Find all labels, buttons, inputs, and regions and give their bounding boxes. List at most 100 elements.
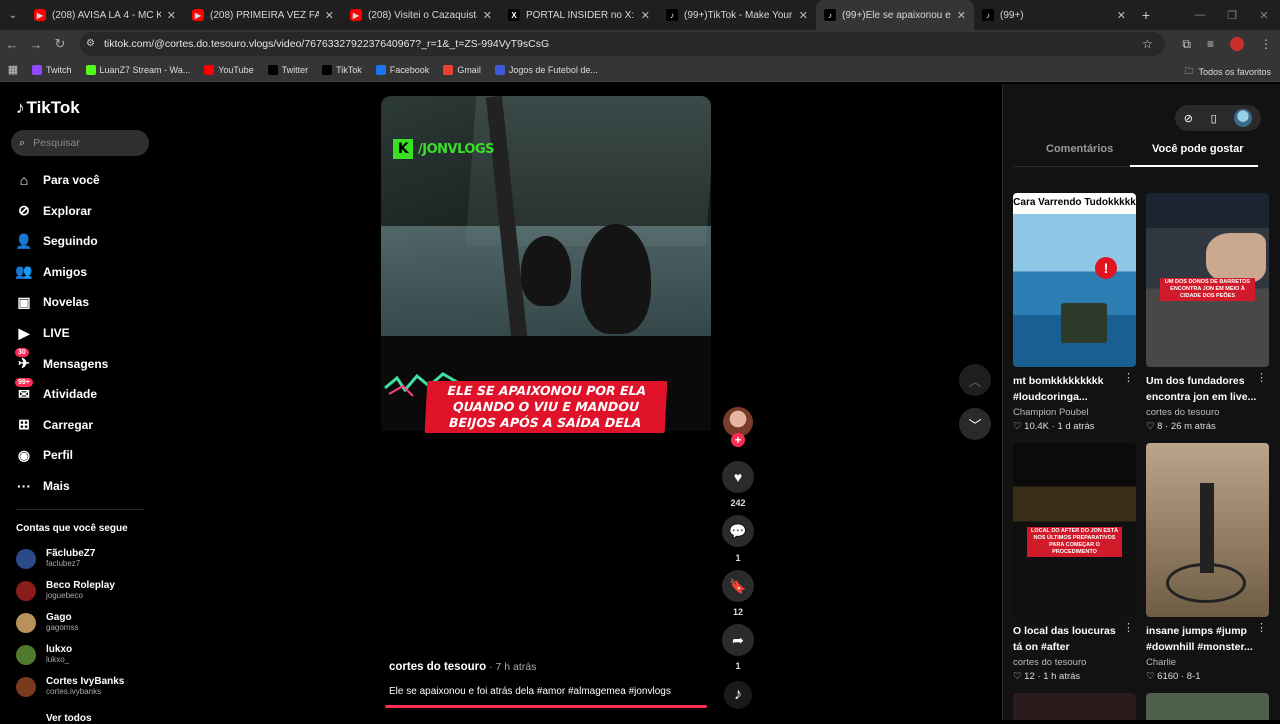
- account-name: Gago: [46, 612, 72, 623]
- media-icon[interactable]: ≡: [1207, 37, 1214, 51]
- browser-menu-icon[interactable]: ⋮: [1260, 37, 1272, 51]
- card-thumbnail-partial[interactable]: [1146, 693, 1269, 720]
- browser-tab[interactable]: ♪ (99+)TikTok - Make Your Day ✕: [658, 0, 816, 30]
- site-info-icon[interactable]: ⚙: [86, 38, 95, 49]
- card-stats: ♡ 8 · 26 m atrás: [1146, 421, 1216, 432]
- suggested-card[interactable]: LOCAL DO AFTER DO JON ESTÁ NOS ÚLTIMOS P…: [1013, 443, 1136, 682]
- bookmark-item[interactable]: Jogos de Futebol de...: [494, 64, 598, 75]
- video-player[interactable]: K/JONVLOGS ELE SE APAIXONOU POR ELA QUAN…: [381, 96, 711, 708]
- search-input[interactable]: ⌕ Pesquisar: [11, 130, 149, 156]
- coin-icon[interactable]: ⊘: [1184, 112, 1193, 125]
- browser-tab[interactable]: ▶ (208) AVISA LÁ 4 - MC Kelvinho ✕: [26, 0, 184, 30]
- nav-item-following[interactable]: 👤 Seguindo: [15, 232, 97, 250]
- close-tab-icon[interactable]: ✕: [1117, 9, 1126, 22]
- tiktok-icon: ♪: [666, 9, 678, 21]
- close-window-icon[interactable]: ✕: [1248, 0, 1280, 30]
- save-button[interactable]: 🔖: [722, 570, 754, 602]
- close-tab-icon[interactable]: ✕: [957, 9, 966, 22]
- see-all-link[interactable]: Ver todos: [46, 713, 92, 724]
- share-button[interactable]: ➦: [722, 624, 754, 656]
- nav-item-more[interactable]: ··· Mais: [15, 477, 70, 495]
- nav-label: Novelas: [43, 295, 90, 310]
- nav-item-home[interactable]: ⌂ Para você: [15, 171, 100, 189]
- close-tab-icon[interactable]: ✕: [167, 9, 176, 22]
- nav-item-novelas[interactable]: ▣ Novelas: [15, 293, 89, 311]
- bookmark-item[interactable]: TikTok: [322, 64, 362, 75]
- followed-account[interactable]: Cortes IvyBanks cortes.ivybanks: [16, 676, 124, 697]
- bookmark-label: Gmail: [457, 64, 481, 75]
- card-more-icon[interactable]: ⋮: [1256, 371, 1267, 384]
- card-more-icon[interactable]: ⋮: [1123, 371, 1134, 384]
- bookmark-item[interactable]: LuanZ7 Stream - Wa...: [85, 64, 190, 75]
- device-icon[interactable]: ▯: [1211, 112, 1217, 125]
- browser-tab[interactable]: ♪ (99+) ✕: [974, 0, 1134, 30]
- tab-label: (99+): [1000, 9, 1024, 21]
- nav-item-compass[interactable]: ⊘ Explorar: [15, 202, 92, 220]
- next-video-button[interactable]: ﹀: [959, 408, 991, 440]
- minimize-icon[interactable]: —: [1184, 0, 1216, 30]
- all-bookmarks[interactable]: 🗀 Todos os favoritos: [1184, 64, 1271, 80]
- suggested-card[interactable]: UM DOS DONOS DE BARRETOS ENCONTRA JON EM…: [1146, 193, 1269, 432]
- tab-search-icon[interactable]: ⌄: [0, 0, 26, 30]
- video-author[interactable]: cortes do tesouro · 7 h atrás: [389, 661, 536, 673]
- apps-icon[interactable]: ▦: [0, 63, 26, 76]
- reload-icon[interactable]: ↻: [48, 30, 72, 58]
- forward-icon[interactable]: →: [24, 30, 48, 58]
- tiktok-logo[interactable]: ♪ TikTok: [16, 98, 80, 118]
- sound-disc-button[interactable]: ♪: [724, 681, 752, 709]
- tab-label: (208) Visitei o Cazaquistão (mi: [368, 9, 477, 21]
- url-bar[interactable]: tiktok.com/@cortes.do.tesouro.vlogs/vide…: [80, 32, 1165, 56]
- browser-tab[interactable]: ♪ (99+)Ele se apaixonou e foi atrá ✕: [816, 0, 974, 30]
- nav-item-upload[interactable]: ⊞ Carregar: [15, 416, 93, 434]
- toolbar-right: ⧉ ≡ ⋮: [1182, 30, 1272, 58]
- thumb-bike: [1200, 483, 1214, 573]
- bookmark-star-icon[interactable]: ☆: [1142, 37, 1153, 51]
- like-button[interactable]: ♥: [722, 461, 754, 493]
- comment-count: 1: [735, 553, 741, 563]
- suggested-card[interactable]: Cara Varrendo Tudokkkkk ! mt bomkkkkkkkk…: [1013, 193, 1136, 432]
- card-more-icon[interactable]: ⋮: [1256, 621, 1267, 634]
- card-more-icon[interactable]: ⋮: [1123, 621, 1134, 634]
- followed-account[interactable]: Beco Roleplay joguebeco: [16, 580, 115, 601]
- tab-comments[interactable]: Comentários: [1046, 143, 1113, 155]
- suggested-card[interactable]: insane jumps #jump #downhill #monster...…: [1146, 443, 1269, 682]
- bookmark-item[interactable]: Facebook: [375, 64, 429, 75]
- browser-tab[interactable]: X PORTAL INSIDER no X: "Cor ✕: [500, 0, 658, 30]
- bookmark-item[interactable]: YouTube: [204, 64, 254, 75]
- follow-plus-icon[interactable]: +: [731, 433, 745, 447]
- bookmark-item[interactable]: Twitter: [267, 64, 308, 75]
- followed-account[interactable]: Gago gagomss: [16, 612, 78, 633]
- bookmark-item[interactable]: Twitch: [32, 64, 72, 75]
- watermark-text: /JONVLOGS: [418, 141, 494, 157]
- card-thumbnail-partial[interactable]: [1013, 693, 1136, 720]
- nav-item-messages[interactable]: ✈ 30 Mensagens: [15, 347, 108, 373]
- active-tab-indicator: [1130, 165, 1258, 167]
- close-tab-icon[interactable]: ✕: [799, 9, 808, 22]
- tab-you-may-like[interactable]: Você pode gostar: [1152, 143, 1243, 155]
- browser-tab[interactable]: ▶ (208) Visitei o Cazaquistão (mi ✕: [342, 0, 500, 30]
- followed-account[interactable]: lukxo lukxo_: [16, 644, 72, 665]
- user-avatar[interactable]: [1234, 109, 1253, 127]
- profile-avatar[interactable]: [1230, 37, 1244, 51]
- nav-item-live[interactable]: ▶ LIVE: [15, 324, 70, 342]
- nav-item-friends[interactable]: 👥 Amigos: [15, 263, 87, 281]
- restore-icon[interactable]: ❐: [1216, 0, 1248, 30]
- account-text: FãclubeZ7 faclubez7: [46, 548, 95, 569]
- browser-tab[interactable]: ▶ (208) PRIMEIRA VEZ FAZENDO ✕: [184, 0, 342, 30]
- previous-video-button[interactable]: ︿: [959, 364, 991, 396]
- close-tab-icon[interactable]: ✕: [483, 9, 492, 22]
- followed-account[interactable]: FãclubeZ7 faclubez7: [16, 548, 95, 569]
- video-progress-bar[interactable]: [385, 705, 707, 708]
- messages-icon: ✈ 30: [15, 347, 33, 373]
- comment-button[interactable]: 💬: [722, 515, 754, 547]
- search-icon: ⌕: [19, 136, 26, 149]
- nav-item-activity[interactable]: ✉ 99+ Atividade: [15, 378, 97, 403]
- back-icon[interactable]: ←: [0, 30, 24, 58]
- new-tab-button[interactable]: +: [1134, 7, 1158, 23]
- kick-logo-icon: K: [393, 139, 413, 159]
- close-tab-icon[interactable]: ✕: [325, 9, 334, 22]
- nav-item-profile[interactable]: ◉ Perfil: [15, 446, 73, 464]
- extensions-icon[interactable]: ⧉: [1182, 37, 1191, 52]
- bookmark-item[interactable]: Gmail: [443, 64, 481, 75]
- close-tab-icon[interactable]: ✕: [641, 9, 650, 22]
